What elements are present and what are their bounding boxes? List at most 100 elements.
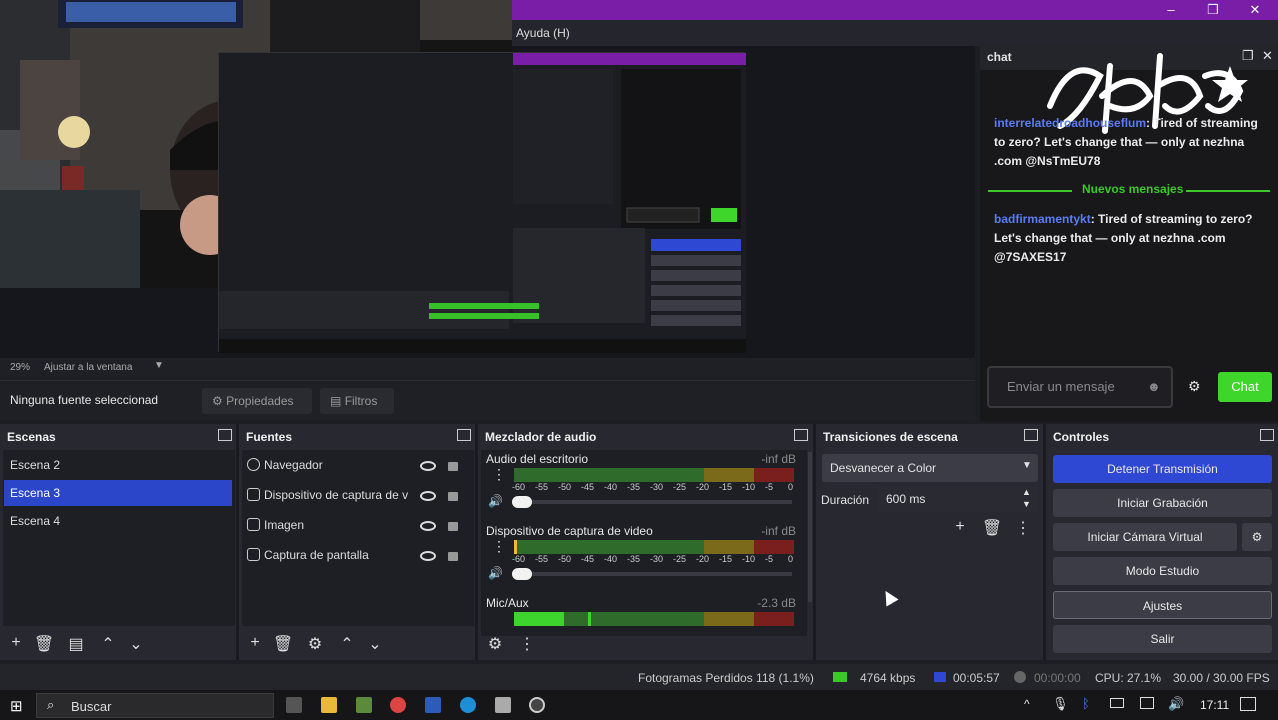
rec-time: 00:00:00 <box>1034 671 1081 685</box>
exit-button[interactable]: Salir <box>1053 625 1272 653</box>
meter-tick-label: -45 <box>581 482 595 492</box>
eye-icon[interactable] <box>420 461 436 471</box>
virtual-camera-settings-icon[interactable]: ⚙ <box>1242 523 1272 551</box>
gear-icon[interactable]: ⚙ <box>484 634 506 654</box>
meter-tick-label: -45 <box>581 554 595 564</box>
dropped-frames: Fotogramas Perdidos 118 (1.1%) <box>638 671 814 685</box>
undock-icon[interactable] <box>794 429 808 441</box>
start-virtual-camera-button[interactable]: Iniciar Cámara Virtual <box>1053 523 1237 551</box>
chevron-down-icon[interactable]: ⌄ <box>125 634 147 654</box>
lock-icon[interactable] <box>448 462 458 471</box>
stepper-down-icon[interactable]: ▼ <box>1022 499 1031 509</box>
volume-meter <box>514 540 794 554</box>
volume-slider[interactable] <box>512 496 792 508</box>
properties-button[interactable]: ⚙ Propiedades <box>202 388 312 414</box>
undock-icon[interactable] <box>1024 429 1038 441</box>
minimize-button[interactable]: – <box>1156 0 1186 20</box>
maximize-button[interactable]: ❐ <box>1198 0 1228 20</box>
close-icon[interactable]: ✕ <box>1262 48 1273 64</box>
trash-icon[interactable]: 🗑 <box>33 634 55 654</box>
image-icon <box>247 518 260 531</box>
start-recording-button[interactable]: Iniciar Grabación <box>1053 489 1272 517</box>
signal-icon <box>833 672 847 682</box>
channel-menu-icon[interactable]: ⋮ <box>492 466 506 483</box>
add-icon[interactable]: + <box>5 634 27 652</box>
filters-button[interactable]: ▤ Filtros <box>320 388 394 414</box>
trash-icon[interactable]: 🗑 <box>981 518 1003 538</box>
transition-select[interactable]: Desvanecer a Color ▼ <box>822 454 1038 482</box>
duration-stepper[interactable]: 600 ms ▲ ▼ <box>878 486 1038 512</box>
tray-arrow-icon[interactable]: ^ <box>1024 697 1030 711</box>
scene-item[interactable]: Escena 4 <box>4 508 232 534</box>
undock-icon[interactable] <box>457 429 471 441</box>
meter-tick-label: -50 <box>558 554 572 564</box>
windows-start-icon[interactable]: ⊞ <box>10 697 23 715</box>
speaker-icon[interactable]: 🔊 <box>488 494 503 508</box>
file-explorer-icon[interactable] <box>321 697 337 713</box>
gear-icon: ⚙ <box>212 394 223 408</box>
minecraft-icon[interactable] <box>356 697 372 713</box>
undock-icon[interactable] <box>1260 429 1274 441</box>
gear-icon[interactable]: ⚙ <box>304 634 326 654</box>
speaker-icon[interactable]: 🔊 <box>488 566 503 580</box>
scene-item[interactable]: Escena 2 <box>4 452 232 478</box>
record-icon <box>1014 671 1026 683</box>
task-view-icon[interactable] <box>286 697 302 713</box>
clock[interactable]: 17:11 <box>1200 698 1229 712</box>
chrome-icon[interactable] <box>390 697 406 713</box>
volume-icon[interactable]: 🔊 <box>1168 696 1184 712</box>
meter-tick-label: -30 <box>650 482 664 492</box>
notification-icon[interactable] <box>1240 697 1256 711</box>
chevron-up-icon[interactable]: ⌃ <box>97 634 119 654</box>
emoji-icon[interactable]: ☻ <box>1147 368 1161 406</box>
lock-icon[interactable] <box>448 522 458 531</box>
monitor-icon <box>247 548 260 561</box>
eye-icon[interactable] <box>420 551 436 561</box>
sources-list <box>242 450 474 626</box>
network-icon[interactable] <box>1140 697 1154 709</box>
mic-icon[interactable]: 🎙 <box>1052 696 1069 712</box>
zoom-dropdown-icon[interactable]: ▼ <box>154 360 164 371</box>
undock-icon[interactable] <box>218 429 232 441</box>
menu-help[interactable]: Ayuda (H) <box>516 26 570 40</box>
volume-slider[interactable] <box>512 568 792 580</box>
channel-level: -inf dB <box>761 452 796 466</box>
stepper-up-icon[interactable]: ▲ <box>1022 487 1031 497</box>
battery-icon[interactable] <box>1110 698 1124 708</box>
app-icon[interactable] <box>495 697 511 713</box>
scene-item-selected[interactable]: Escena 3 <box>4 480 232 506</box>
zoom-mode[interactable]: Ajustar a la ventana <box>44 362 132 373</box>
lock-icon[interactable] <box>448 552 458 561</box>
eye-icon[interactable] <box>420 521 436 531</box>
chevron-up-icon[interactable]: ⌃ <box>336 634 358 654</box>
studio-mode-button[interactable]: Modo Estudio <box>1053 557 1272 585</box>
chat-title: chat <box>987 50 1012 64</box>
taskbar-search[interactable]: ⌕ Buscar <box>36 693 274 718</box>
chat-username[interactable]: badfirmamentykt <box>994 212 1091 226</box>
scrollbar[interactable] <box>808 452 812 602</box>
settings-button[interactable]: Ajustes <box>1053 591 1272 619</box>
filter-icon[interactable]: ▤ <box>65 634 87 654</box>
settings-gear-icon[interactable]: ⚙ <box>1188 378 1201 395</box>
close-button[interactable]: ✕ <box>1240 0 1270 20</box>
chevron-down-icon[interactable]: ⌄ <box>364 634 386 654</box>
obs-icon[interactable] <box>529 697 545 713</box>
eye-icon[interactable] <box>420 491 436 501</box>
add-icon[interactable]: + <box>244 634 266 652</box>
transitions-dock: Transiciones de escena Desvanecer a Colo… <box>816 424 1046 660</box>
more-icon[interactable]: ⋮ <box>1012 518 1034 538</box>
chat-send-button[interactable]: Chat <box>1218 372 1272 402</box>
bluetooth-icon[interactable]: ᛒ <box>1082 696 1090 711</box>
channel-menu-icon[interactable]: ⋮ <box>492 538 506 555</box>
add-icon[interactable]: + <box>949 518 971 536</box>
chat-message: interrelatedroadhouseflum: Tired of stre… <box>994 114 1266 171</box>
more-icon[interactable]: ⋮ <box>516 634 538 654</box>
chat-input[interactable]: Enviar un mensaje ☻ <box>987 366 1173 408</box>
edge-icon[interactable] <box>460 697 476 713</box>
stop-streaming-button[interactable]: Detener Transmisión <box>1053 455 1272 483</box>
chat-username[interactable]: interrelatedroadhouseflum <box>994 116 1146 130</box>
meter-tick-label: -40 <box>604 554 618 564</box>
word-icon[interactable] <box>425 697 441 713</box>
lock-icon[interactable] <box>448 492 458 501</box>
trash-icon[interactable]: 🗑 <box>272 634 294 654</box>
